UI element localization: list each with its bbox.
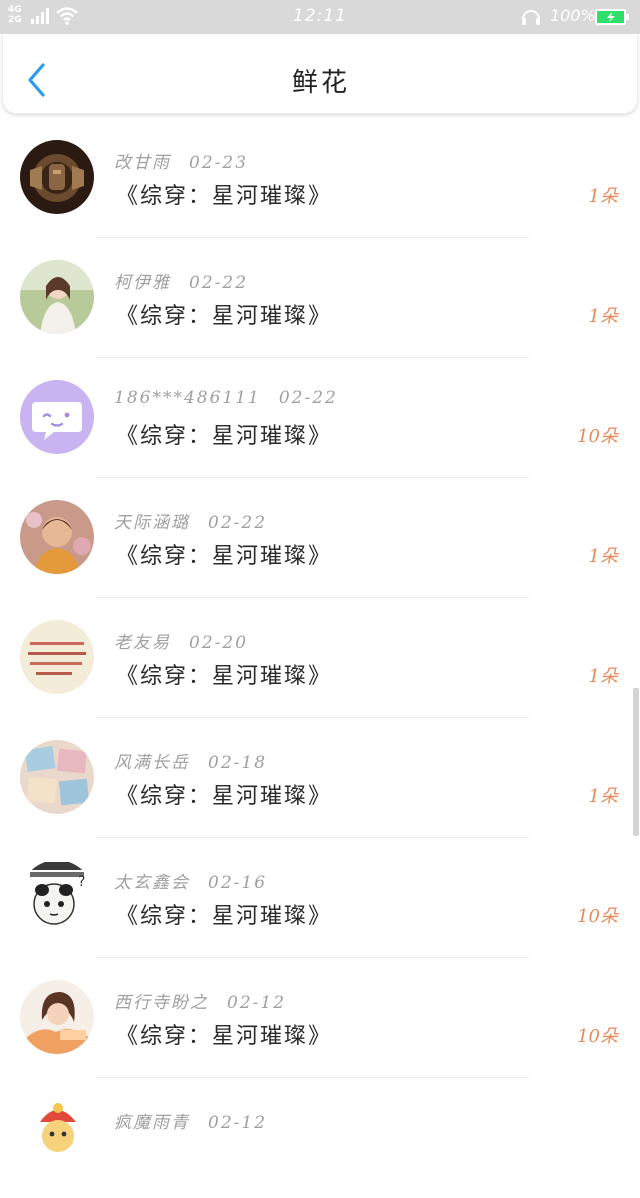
flower-count: 1朵 [588, 186, 618, 207]
sender-meta: 风满长岳 02-18 [114, 748, 267, 773]
flower-count: 10朵 [577, 906, 618, 927]
avatar [20, 740, 94, 814]
sender-name: 疯魔雨青 [114, 1113, 190, 1133]
avatar [20, 620, 94, 694]
sender-name: 柯伊雅 [114, 273, 171, 293]
sender-meta: 改甘雨 02-23 [114, 148, 248, 173]
avatar [20, 1094, 94, 1168]
book-title: 《综穿：星河璀璨》 [116, 544, 333, 569]
status-bar: 4G 2G 12:11 100% [0, 0, 640, 34]
sender-name: 186***486111 [114, 388, 261, 408]
avatar [20, 380, 94, 454]
nav-bar: 鲜花 [2, 34, 638, 114]
sender-meta: 天际涵璐 02-22 [114, 508, 267, 533]
avatar [20, 500, 94, 574]
battery-percent: 100% [550, 6, 596, 25]
send-date: 02-22 [189, 273, 249, 293]
battery-icon [595, 9, 629, 25]
sender-name: 天际涵璐 [114, 513, 190, 533]
flower-list: 改甘雨 02-23 《综穿：星河璀璨》 1朵 柯伊雅 02-22 《综穿：星河璀璨》… [0, 118, 640, 1198]
list-item[interactable]: 天际涵璐 02-22 《综穿：星河璀璨》 1朵 [0, 478, 640, 598]
status-time: 12:11 [293, 6, 347, 26]
sender-meta: 疯魔雨青 02-12 [114, 1108, 267, 1133]
book-title: 《综穿：星河璀璨》 [116, 904, 333, 929]
headset-icon [522, 10, 540, 25]
sender-name: 老友易 [114, 633, 171, 653]
flower-count: 10朵 [577, 426, 618, 447]
list-item[interactable]: 疯魔雨青 02-12 [0, 1078, 640, 1198]
list-item[interactable]: 风满长岳 02-18 《综穿：星河璀璨》 1朵 [0, 718, 640, 838]
book-title: 《综穿：星河璀璨》 [116, 424, 333, 449]
book-title: 《综穿：星河璀璨》 [116, 784, 333, 809]
sender-meta: 西行寺盼之 02-12 [114, 988, 286, 1013]
flower-count: 1朵 [588, 306, 618, 327]
list-item[interactable]: 老友易 02-20 《综穿：星河璀璨》 1朵 [0, 598, 640, 718]
send-date: 02-12 [227, 993, 287, 1013]
page-title: 鲜花 [291, 68, 350, 98]
svg-text:?: ? [78, 874, 85, 890]
avatar [20, 980, 94, 1054]
send-date: 02-22 [278, 388, 338, 408]
list-item[interactable]: 改甘雨 02-23 《综穿：星河璀璨》 1朵 [0, 118, 640, 238]
avatar [20, 260, 94, 334]
sender-name: 改甘雨 [114, 153, 171, 173]
book-title: 《综穿：星河璀璨》 [116, 664, 333, 689]
flower-count: 1朵 [588, 666, 618, 687]
list-item[interactable]: 186***486111 02-22 《综穿：星河璀璨》 10朵 [0, 358, 640, 478]
avatar: ? [20, 860, 94, 934]
book-title: 《综穿：星河璀璨》 [116, 184, 333, 209]
flower-count: 1朵 [588, 546, 618, 567]
scrollbar[interactable] [633, 688, 639, 836]
send-date: 02-22 [208, 513, 268, 533]
list-item[interactable]: 柯伊雅 02-22 《综穿：星河璀璨》 1朵 [0, 238, 640, 358]
book-title: 《综穿：星河璀璨》 [116, 304, 333, 329]
sender-meta: 太玄鑫会 02-16 [114, 868, 267, 893]
list-item[interactable]: ? 太玄鑫会 02-16 《综穿：星河璀璨》 10朵 [0, 838, 640, 958]
book-title: 《综穿：星河璀璨》 [116, 1024, 333, 1049]
avatar [20, 140, 94, 214]
send-date: 02-12 [208, 1113, 268, 1133]
send-date: 02-20 [189, 633, 249, 653]
flower-count: 10朵 [577, 1026, 618, 1047]
sender-name: 西行寺盼之 [114, 993, 209, 1013]
sender-meta: 老友易 02-20 [114, 628, 248, 653]
sender-name: 风满长岳 [114, 753, 190, 773]
list-item[interactable]: 西行寺盼之 02-12 《综穿：星河璀璨》 10朵 [0, 958, 640, 1078]
sender-name: 太玄鑫会 [114, 873, 190, 893]
send-date: 02-18 [208, 753, 268, 773]
sender-meta: 186***486111 02-22 [114, 388, 338, 408]
flower-count: 1朵 [588, 786, 618, 807]
send-date: 02-23 [189, 153, 249, 173]
sender-meta: 柯伊雅 02-22 [114, 268, 248, 293]
send-date: 02-16 [208, 873, 268, 893]
